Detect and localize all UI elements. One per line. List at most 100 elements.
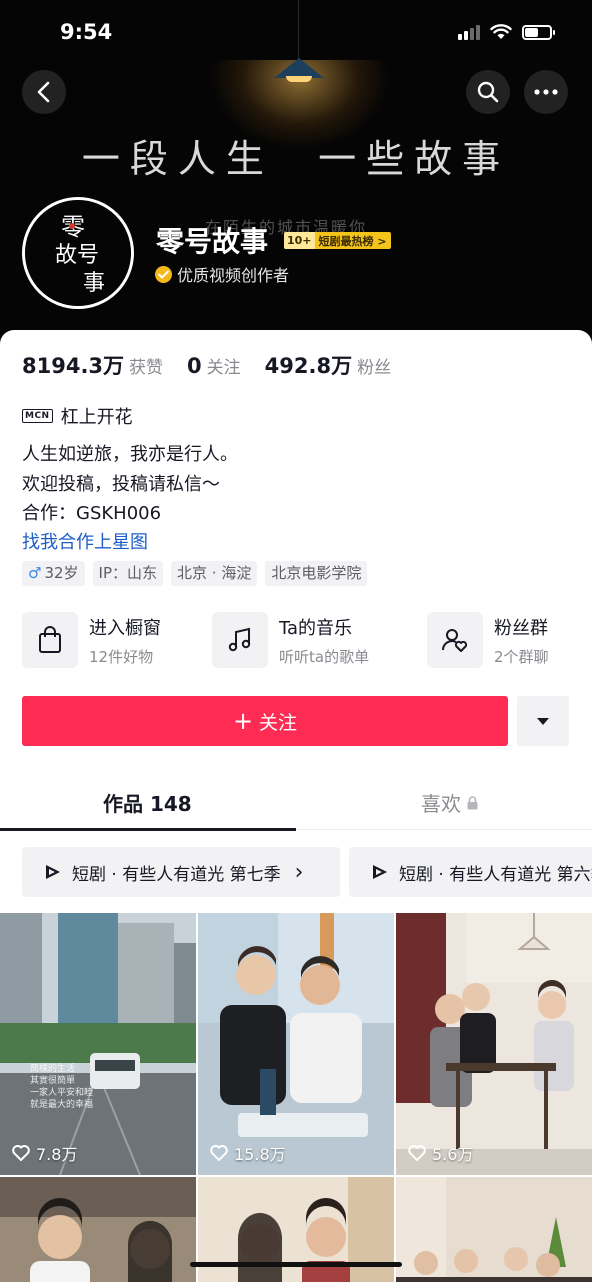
fan-group-entry[interactable]: 粉丝群 2个群聊 xyxy=(427,612,549,668)
followers-label[interactable]: 粉丝 xyxy=(357,353,391,378)
likes-count: 5.6万 xyxy=(432,1145,474,1164)
profile-name: 零号故事 xyxy=(156,225,269,258)
chevron-left-icon xyxy=(37,81,50,103)
avatar[interactable]: 零 故号 事 xyxy=(22,197,134,309)
caret-down-icon xyxy=(537,717,549,725)
profile-card: 8194.3万 获赞 0 关注 492.8万 粉丝 MCN 杠上开花 人生如逆旅… xyxy=(0,330,592,1282)
music-subtitle: 听听ta的歌单 xyxy=(279,647,370,666)
video-likes: 15.8万 xyxy=(210,1141,286,1165)
video-likes: 5.6万 xyxy=(408,1141,473,1165)
heart-icon xyxy=(210,1145,228,1161)
active-tab-indicator xyxy=(0,828,296,831)
tab-works[interactable]: 作品 148 xyxy=(103,788,192,817)
series-row: 短剧 · 有些人有道光 第七季 › 短剧 · 有些人有道光 第六季 › xyxy=(22,847,592,897)
mcn-row[interactable]: MCN 杠上开花 xyxy=(22,403,133,429)
recommend-dropdown-button[interactable] xyxy=(517,696,569,746)
video-thumbnail[interactable]: 5.6万 xyxy=(396,913,592,1175)
thumbnail-image xyxy=(198,913,394,1175)
search-button[interactable] xyxy=(466,70,510,114)
series-chip[interactable]: 短剧 · 有些人有道光 第六季 › xyxy=(349,847,592,897)
ip-tag: IP：山东 xyxy=(92,561,164,586)
avatar-logo: 零 故号 事 xyxy=(25,200,131,306)
verified-label: 优质视频创作者 xyxy=(177,266,290,285)
heart-icon xyxy=(408,1145,426,1161)
bio: 人生如逆旅，我亦是行人。 欢迎投稿，投稿请私信～ 合作：GSKH006 xyxy=(22,440,238,529)
wifi-icon xyxy=(490,24,512,39)
music-entry[interactable]: Ta的音乐 听听ta的歌单 xyxy=(212,612,369,668)
profile-tags: ♂ 32岁 IP：山东 北京 · 海淀 北京电影学院 xyxy=(22,561,368,586)
thumbnail-image xyxy=(396,913,592,1175)
feature-entries: 进入橱窗 12件好物 Ta的音乐 听听ta的歌单 粉丝群 2个群聊 xyxy=(22,612,582,672)
lamp-cord xyxy=(298,0,299,60)
cellular-signal-icon xyxy=(458,24,480,40)
banner-title: 一段人生 一些故事 xyxy=(81,137,511,181)
series-label: 短剧 · 有些人有道光 第六季 xyxy=(399,864,592,885)
music-note-icon xyxy=(212,612,268,668)
rank-number: 10+ xyxy=(284,232,315,249)
video-thumbnail[interactable]: 簡樸的生活 其實很簡單 一家人平安和睦 就是最大的幸福 7.8万 xyxy=(0,913,196,1175)
male-icon: ♂ xyxy=(28,564,42,582)
thumbnail-image xyxy=(396,1177,592,1282)
bio-line: 人生如逆旅，我亦是行人。 xyxy=(22,444,238,465)
rank-label: 短剧最热榜 > xyxy=(318,234,387,248)
battery-icon xyxy=(522,24,555,40)
series-label: 短剧 · 有些人有道光 第七季 xyxy=(72,864,281,885)
content-tabs: 作品 148 喜欢 xyxy=(0,770,592,831)
fan-group-icon xyxy=(427,612,483,668)
status-icons xyxy=(458,24,555,40)
shop-window-subtitle: 12件好物 xyxy=(89,647,154,666)
plus-icon: + xyxy=(232,707,254,735)
tab-likes-label: 喜欢 xyxy=(421,792,461,816)
shop-window-title: 进入橱窗 xyxy=(89,617,161,639)
video-thumbnail[interactable] xyxy=(396,1177,592,1282)
play-series-icon xyxy=(46,865,60,879)
shopping-bag-icon xyxy=(22,612,78,668)
thumbnail-image xyxy=(0,913,196,1175)
lamp-shade xyxy=(274,58,324,78)
thumbnail-caption: 簡樸的生活 其實很簡單 一家人平安和睦 就是最大的幸福 xyxy=(30,1064,94,1110)
more-dots-icon xyxy=(534,89,558,95)
video-thumbnail[interactable] xyxy=(0,1177,196,1282)
series-chip[interactable]: 短剧 · 有些人有道光 第七季 › xyxy=(22,847,340,897)
following-label[interactable]: 关注 xyxy=(207,353,241,378)
more-options-button[interactable] xyxy=(524,70,568,114)
likes-count: 15.8万 xyxy=(234,1145,286,1164)
music-title: Ta的音乐 xyxy=(279,617,353,639)
age-value: 32岁 xyxy=(44,564,79,582)
search-icon xyxy=(477,81,499,103)
school-tag[interactable]: 北京电影学院 xyxy=(265,561,368,586)
age-tag: ♂ 32岁 xyxy=(22,561,85,586)
video-likes: 7.8万 xyxy=(12,1141,77,1165)
star-map-link[interactable]: 找我合作上星图 xyxy=(22,528,148,554)
lamp-bulb xyxy=(286,76,312,82)
verified-creator[interactable]: 优质视频创作者 xyxy=(155,262,289,286)
hot-rank-badge[interactable]: 10+ 短剧最热榜 > xyxy=(284,232,391,249)
svg-text:事: 事 xyxy=(83,271,105,296)
bio-line: 合作：GSKH006 xyxy=(22,503,162,524)
likes-label: 获赞 xyxy=(129,358,164,378)
follow-button[interactable]: + 关注 xyxy=(22,696,508,746)
likes-count: 8194.3万 xyxy=(22,354,125,378)
mcn-icon: MCN xyxy=(22,409,53,423)
back-button[interactable] xyxy=(22,70,66,114)
mcn-name: 杠上开花 xyxy=(60,407,133,428)
home-indicator xyxy=(190,1262,402,1267)
profile-stats: 8194.3万 获赞 0 关注 492.8万 粉丝 xyxy=(22,350,415,380)
heart-icon xyxy=(12,1145,30,1161)
play-series-icon xyxy=(373,865,387,879)
following-count[interactable]: 0 xyxy=(187,354,202,378)
tab-likes[interactable]: 喜欢 xyxy=(421,788,478,817)
fan-group-subtitle: 2个群聊 xyxy=(494,647,549,666)
thumbnail-image xyxy=(0,1177,196,1282)
fan-group-title: 粉丝群 xyxy=(494,617,548,639)
shop-window-entry[interactable]: 进入橱窗 12件好物 xyxy=(22,612,161,668)
status-time: 9:54 xyxy=(60,20,113,44)
bio-line: 欢迎投稿，投稿请私信～ xyxy=(22,473,220,495)
likes-count: 7.8万 xyxy=(36,1145,78,1164)
follow-label: 关注 xyxy=(259,711,298,734)
svg-text:故号: 故号 xyxy=(55,243,99,268)
lock-icon xyxy=(467,795,478,809)
profile-banner: 9:54 一段人生 一些故事 在陌生的城市温暖你 零 故号 xyxy=(0,0,592,360)
followers-count[interactable]: 492.8万 xyxy=(265,350,352,380)
video-thumbnail[interactable]: 15.8万 xyxy=(198,913,394,1175)
